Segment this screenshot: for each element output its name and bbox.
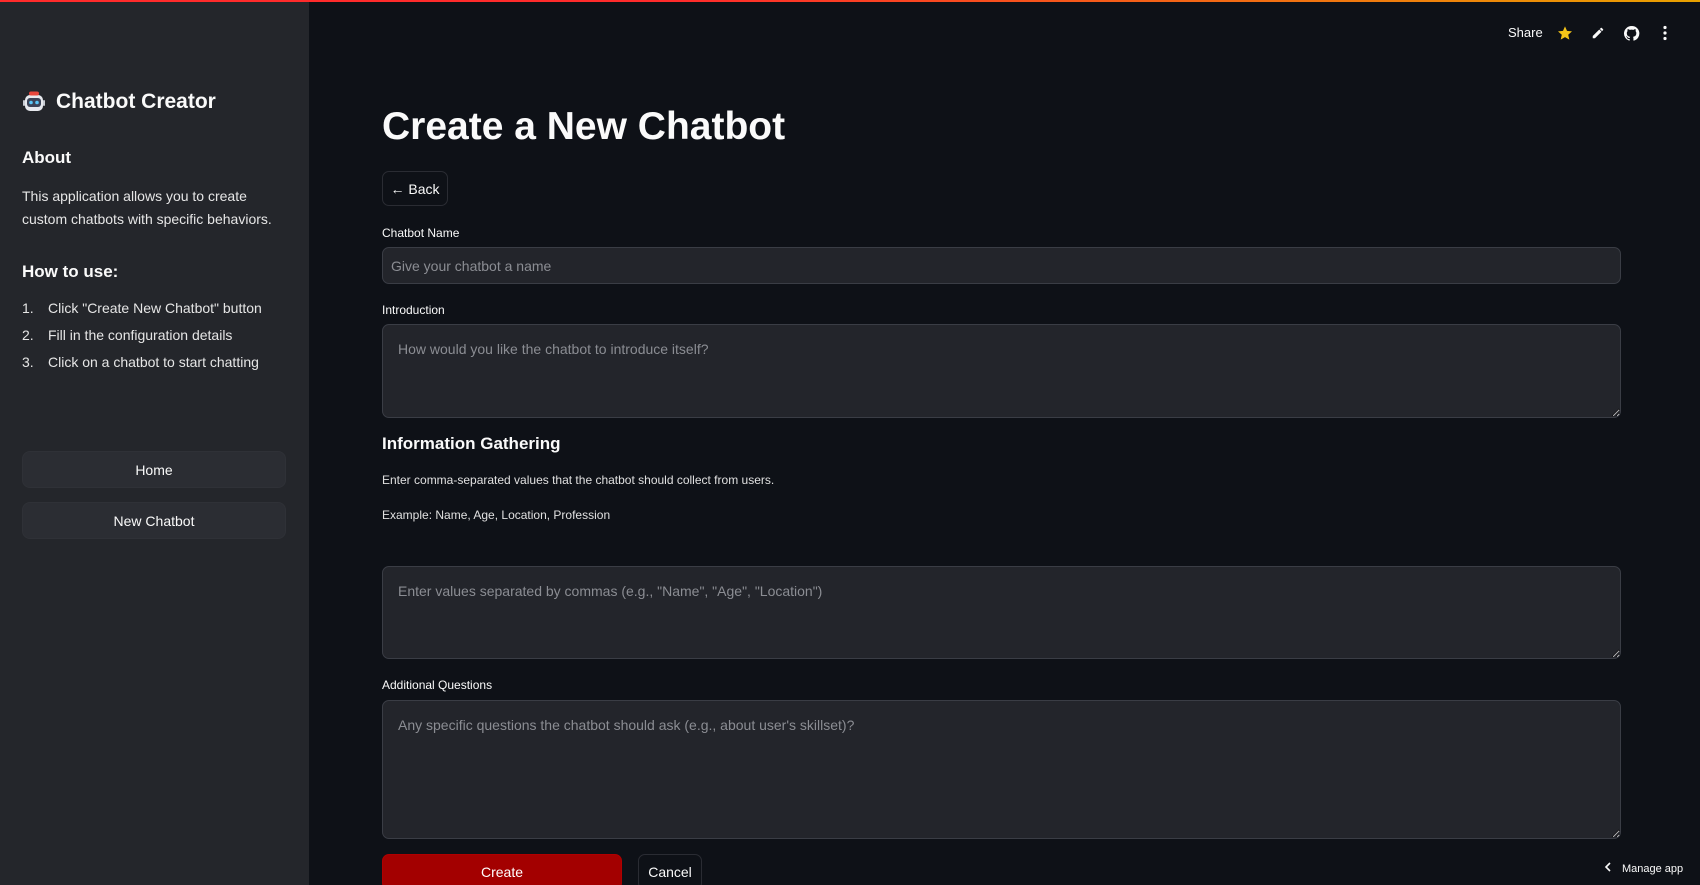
new-chatbot-button[interactable]: New Chatbot — [22, 502, 286, 539]
list-item: 3. Click on a chatbot to start chatting — [22, 354, 292, 381]
robot-icon — [22, 90, 46, 114]
star-icon[interactable] — [1556, 24, 1574, 42]
sidebar: Chatbot Creator About This application a… — [0, 0, 309, 885]
page-title: Create a New Chatbot — [382, 105, 786, 148]
pencil-icon[interactable] — [1589, 24, 1607, 42]
step-number: 3. — [22, 354, 34, 370]
introduction-textarea[interactable] — [382, 324, 1621, 418]
create-button[interactable]: Create — [382, 854, 622, 885]
share-button[interactable]: Share — [1508, 25, 1543, 40]
list-item: 2. Fill in the configuration details — [22, 327, 292, 354]
step-text: Fill in the configuration details — [48, 327, 233, 343]
information-values-textarea[interactable] — [382, 566, 1621, 659]
cancel-button[interactable]: Cancel — [638, 854, 702, 885]
step-text: Click on a chatbot to start chatting — [48, 354, 259, 370]
sidebar-app-title: Chatbot Creator — [22, 90, 216, 114]
chatbot-name-label: Chatbot Name — [382, 226, 460, 240]
chevron-left-icon — [1604, 862, 1612, 875]
more-vertical-icon[interactable] — [1656, 24, 1674, 42]
list-item: 1. Click "Create New Chatbot" button — [22, 300, 292, 327]
about-text: This application allows you to create cu… — [22, 188, 272, 227]
howto-steps: 1. Click "Create New Chatbot" button 2. … — [22, 300, 292, 381]
howto-heading: How to use: — [22, 262, 119, 281]
information-gathering-example: Example: Name, Age, Location, Profession — [382, 508, 611, 522]
step-number: 1. — [22, 300, 34, 316]
home-button[interactable]: Home — [22, 451, 286, 488]
additional-questions-textarea[interactable] — [382, 700, 1621, 839]
information-gathering-heading: Information Gathering — [382, 434, 561, 453]
github-icon[interactable] — [1622, 24, 1640, 42]
introduction-label: Introduction — [382, 303, 445, 317]
step-number: 2. — [22, 327, 34, 343]
back-button[interactable]: ← Back — [382, 171, 448, 206]
top-decoration-bar — [0, 0, 1700, 2]
about-heading: About — [22, 148, 72, 167]
additional-questions-label: Additional Questions — [382, 678, 493, 692]
chatbot-name-input[interactable] — [382, 247, 1621, 284]
step-text: Click "Create New Chatbot" button — [48, 300, 262, 316]
app-title-text: Chatbot Creator — [56, 90, 216, 113]
manage-app-button[interactable]: Manage app — [1604, 862, 1683, 875]
information-gathering-description: Enter comma-separated values that the ch… — [382, 473, 775, 487]
manage-app-label: Manage app — [1622, 862, 1684, 875]
